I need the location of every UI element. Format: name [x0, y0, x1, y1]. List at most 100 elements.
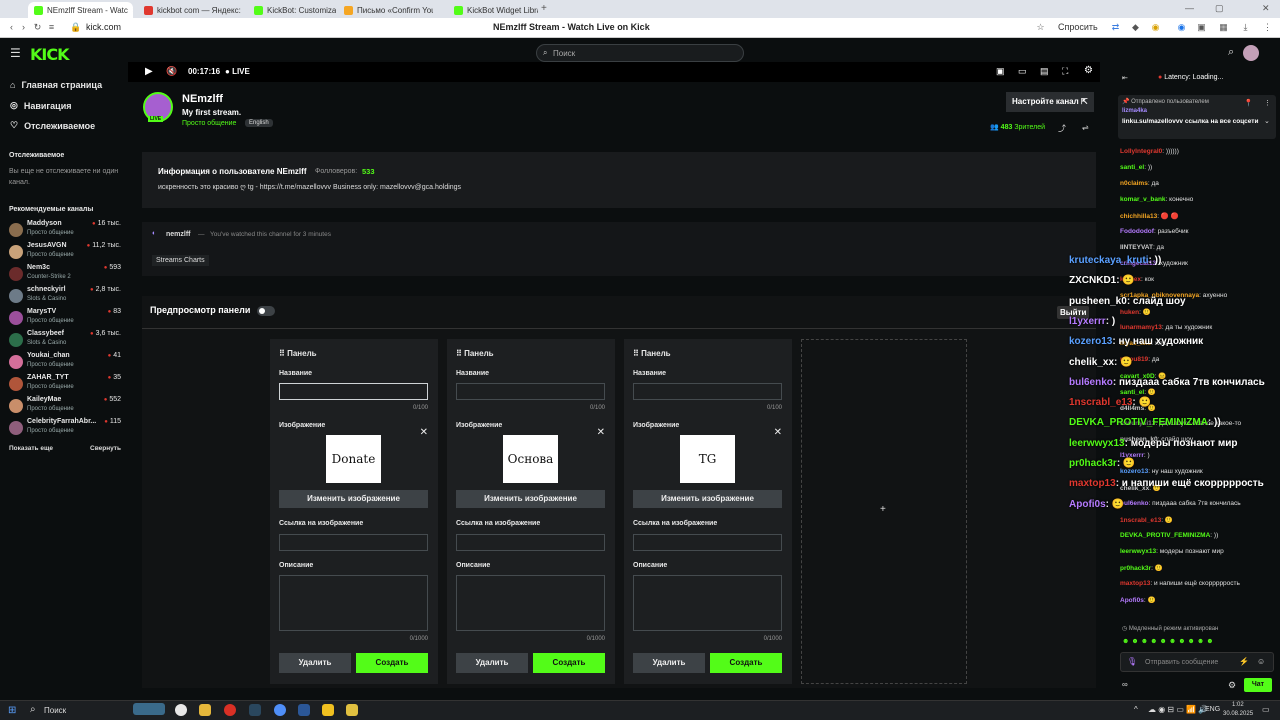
send-chat-button[interactable]: Чат	[1244, 678, 1272, 692]
chat-message[interactable]: Fodododof: разъебчик	[1120, 228, 1278, 235]
app-icon[interactable]	[298, 704, 310, 716]
change-image-button[interactable]: Изменить изображение	[279, 490, 428, 508]
panel-name-input[interactable]	[456, 383, 605, 400]
browser-tab[interactable]: KickBot: Customizable Ch	[248, 2, 336, 18]
settings-gear-icon[interactable]: ⚙	[1084, 65, 1093, 76]
language-tag[interactable]: English	[245, 119, 273, 127]
browser-tab[interactable]: Письмо «Confirm Your Si	[338, 2, 433, 18]
chat-message[interactable]: komar_v_bank: конечно	[1120, 196, 1278, 203]
browser-tab[interactable]: kickbot com — Яндекс: на	[138, 2, 243, 18]
clock-time[interactable]: 1:02	[1232, 702, 1244, 708]
hamburger-menu-icon[interactable]: ☰	[10, 46, 21, 60]
chat-username[interactable]: Fodododof	[1120, 228, 1154, 235]
remove-image-icon[interactable]: ✕	[774, 427, 782, 438]
sidebar-item-home[interactable]: ⌂ Главная страница	[10, 80, 102, 90]
delete-button[interactable]: Удалить	[456, 653, 528, 673]
drag-handle-icon[interactable]: ⠿	[456, 349, 464, 358]
delete-button[interactable]: Удалить	[633, 653, 705, 673]
chat-username[interactable]: santi_el	[1120, 164, 1144, 171]
chat-message[interactable]: IINTEYVAT: да	[1120, 244, 1278, 251]
play-icon[interactable]: ▶	[145, 66, 153, 77]
chat-message[interactable]: huken: 🙂	[1120, 308, 1278, 316]
search-icon[interactable]: ⌕	[1228, 46, 1234, 59]
channel-name[interactable]: NEmzlff	[182, 93, 223, 105]
chat-message[interactable]: kozero13: ну наш художник	[1120, 468, 1278, 475]
sidebar-channel-item[interactable]: MarysTV Просто общение 83	[9, 307, 121, 329]
chat-message[interactable]: LollyIntegral0: ))))))	[1120, 148, 1278, 155]
ask-button[interactable]: Спросить	[1058, 22, 1098, 32]
translate-icon[interactable]: ⇄	[1110, 22, 1121, 33]
sidebar-item-browse[interactable]: ◎ Навигация	[10, 100, 72, 111]
chat-message[interactable]: maxtop13: и напиши ещё скорррррость	[1120, 580, 1278, 587]
sidebar-channel-item[interactable]: ZAHAR_TYT Просто общение 35	[9, 373, 121, 395]
chat-message[interactable]: chichhilla13: 🔴 🔴	[1120, 212, 1278, 220]
yandex-browser-icon[interactable]	[175, 704, 187, 716]
streams-charts-tag[interactable]: Streams Charts	[152, 255, 209, 266]
bookmarks-icon[interactable]: ≡	[46, 22, 57, 33]
panel-header[interactable]: ⠿ Панель	[279, 349, 317, 358]
url-text[interactable]: kick.com	[86, 22, 121, 32]
add-panel-button[interactable]: +	[801, 339, 967, 684]
sidebar-channel-item[interactable]: Youkai_chan Просто общение 41	[9, 351, 121, 373]
tray-chevron-icon[interactable]: ^	[1134, 705, 1138, 714]
more-options-icon[interactable]: ⇌	[1082, 123, 1089, 132]
panel-name-input[interactable]	[279, 383, 428, 400]
change-image-button[interactable]: Изменить изображение	[633, 490, 782, 508]
app-icon[interactable]	[322, 704, 334, 716]
menu-icon[interactable]: ⋮	[1262, 22, 1273, 33]
chat-message[interactable]: Apofi0s: 🙂	[1120, 596, 1278, 604]
collapse-button[interactable]: Свернуть	[90, 445, 121, 452]
chat-message[interactable]: l1yxerrr: )	[1120, 452, 1278, 459]
collapse-chat-icon[interactable]: ⇤	[1122, 74, 1128, 82]
new-tab-icon[interactable]: +	[541, 3, 547, 14]
chat-message[interactable]: lunarmamy13: да ты художник	[1120, 324, 1278, 331]
chat-username[interactable]: IINTEYVAT	[1120, 244, 1153, 251]
image-link-input[interactable]	[633, 534, 782, 551]
description-textarea[interactable]	[633, 575, 782, 631]
windows-start-icon[interactable]: ⊞	[8, 705, 16, 716]
close-window-icon[interactable]: ✕	[1262, 3, 1270, 14]
search-input[interactable]: ⌕ Поиск	[536, 44, 744, 62]
chat-settings-gear-icon[interactable]: ⚙	[1228, 680, 1236, 691]
taskbar-search-label[interactable]: Поиск	[44, 706, 66, 715]
extension-icon[interactable]: ◆	[1130, 22, 1141, 33]
file-explorer-icon[interactable]	[199, 704, 211, 716]
sidebar-channel-item[interactable]: schneckyirl Slots & Casino 2,8 тыс.	[9, 285, 121, 307]
kick-logo[interactable]: KICK	[30, 45, 69, 64]
bookmark-star-icon[interactable]: ☆	[1035, 22, 1046, 33]
panel-header[interactable]: ⠿ Панель	[456, 349, 494, 358]
drag-handle-icon[interactable]: ⠿	[279, 349, 287, 358]
chat-username[interactable]: kozero13	[1120, 468, 1148, 475]
browser-tab[interactable]: KickBot Widget Library	[448, 2, 538, 18]
reload-icon[interactable]: ↻	[32, 22, 43, 33]
chat-username[interactable]: pr0hack3r	[1120, 565, 1151, 572]
delete-button[interactable]: Удалить	[279, 653, 351, 673]
forward-icon[interactable]: ›	[18, 22, 29, 33]
drag-handle-icon[interactable]: ⠿	[633, 349, 641, 358]
sidebar-channel-item[interactable]: Nem3c Counter-Strike 2 593	[9, 263, 121, 285]
chat-username[interactable]: lunarmamy13	[1120, 324, 1162, 331]
sidebar-channel-item[interactable]: JesusAVGN Просто общение 11,2 тыс.	[9, 241, 121, 263]
miniplayer-icon[interactable]: ▭	[1018, 66, 1027, 77]
chat-username[interactable]: huken	[1120, 309, 1139, 316]
image-link-input[interactable]	[279, 534, 428, 551]
chat-username[interactable]: komar_v_bank	[1120, 196, 1166, 203]
chat-username[interactable]: maxtop13	[1120, 580, 1150, 587]
browser-tab[interactable]: NEmzlff Stream - Watc ✕	[28, 2, 133, 18]
theater-mode-icon[interactable]: ▣	[996, 66, 1005, 77]
microphone-icon[interactable]: 🎙	[1127, 657, 1137, 666]
panel-header[interactable]: ⠿ Панель	[633, 349, 671, 358]
extensions-icon[interactable]: ▦	[1218, 22, 1229, 33]
loop-icon[interactable]: ∞	[1122, 680, 1128, 689]
chat-message[interactable]: santi_el: 🙂	[1120, 388, 1278, 396]
clock-date[interactable]: 30.08.2025	[1223, 711, 1253, 717]
chat-username[interactable]: bul6enko	[1120, 500, 1149, 507]
remove-image-icon[interactable]: ✕	[420, 427, 428, 438]
opera-icon[interactable]	[224, 704, 236, 716]
downloads-icon[interactable]: ⤓	[1240, 22, 1251, 33]
chat-username[interactable]: Apofi0s	[1120, 597, 1144, 604]
taskbar-widget-icon[interactable]	[133, 703, 165, 715]
maximize-icon[interactable]: ▢	[1215, 3, 1224, 14]
create-button[interactable]: Создать	[710, 653, 782, 673]
close-tab-icon[interactable]: ✕	[132, 6, 133, 15]
